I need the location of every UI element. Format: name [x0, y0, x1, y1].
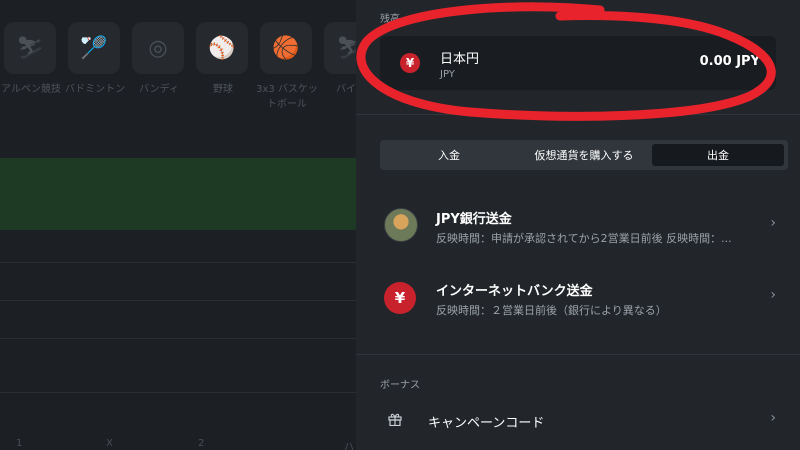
- sport-label: バドミントン: [64, 84, 126, 95]
- odds-marker: X: [106, 438, 113, 449]
- sport-label: 3x3 バスケットボール: [256, 84, 318, 110]
- bank-avatar-icon: [384, 208, 418, 242]
- divider: [0, 300, 356, 301]
- baseball-icon: ⚾: [196, 22, 248, 74]
- sport-biathlon[interactable]: ⛷ バイア: [320, 22, 356, 97]
- background-app: ⛷ アルペン競技 🏸 バドミントン ◎ バンディ ⚾ 野球 🏀 3x3 バスケッ…: [0, 0, 356, 450]
- divider: [0, 262, 356, 263]
- method-jpy-bank-transfer[interactable]: JPY銀行送金 反映時間：申請が承認されてから2営業日前後 反映時間：... ›: [356, 208, 800, 264]
- currency-code: JPY: [440, 69, 455, 80]
- gift-icon: [388, 413, 402, 426]
- chevron-right-icon: ›: [770, 215, 776, 231]
- basketball-icon: 🏀: [260, 22, 312, 74]
- chevron-right-icon[interactable]: ›: [770, 410, 776, 426]
- divider: [0, 392, 356, 393]
- currency-name: 日本円: [440, 52, 480, 67]
- skier-icon: ⛷: [4, 22, 56, 74]
- method-title: JPY銀行送金: [436, 212, 512, 227]
- method-internet-bank-transfer[interactable]: ¥ インターネットバンク送金 反映時間：２営業日前後（銀行により異なる） ›: [356, 280, 800, 336]
- method-desc: 反映時間：２営業日前後（銀行により異なる）: [436, 304, 667, 317]
- odds-marker: 2: [198, 438, 205, 449]
- odds-marker: ハ: [344, 442, 354, 450]
- sport-alpine[interactable]: ⛷ アルペン競技: [0, 22, 62, 97]
- sport-basketball[interactable]: 🏀 3x3 バスケットボール: [256, 22, 318, 112]
- bandy-icon: ◎: [132, 22, 184, 74]
- method-title: インターネットバンク送金: [436, 284, 593, 299]
- balance-amount: 0.00 JPY: [699, 54, 760, 69]
- highlight-band: [0, 158, 356, 230]
- campaign-code-item[interactable]: キャンペーンコード: [428, 412, 544, 431]
- method-desc: 反映時間：申請が承認されてから2営業日前後 反映時間：...: [436, 232, 732, 245]
- yen-icon: ¥: [400, 53, 420, 73]
- sports-carousel: ⛷ アルペン競技 🏸 バドミントン ◎ バンディ ⚾ 野球 🏀 3x3 バスケッ…: [0, 22, 356, 122]
- sport-label: バイア: [336, 84, 356, 95]
- divider: [356, 114, 800, 115]
- biathlon-icon: ⛷: [324, 22, 356, 74]
- balance-card[interactable]: ¥ 日本円 JPY 0.00 JPY: [380, 36, 776, 90]
- tab-buy-crypto[interactable]: 仮想通貨を購入する: [518, 144, 650, 166]
- divider: [0, 338, 356, 339]
- divider: [356, 354, 800, 355]
- badminton-icon: 🏸: [68, 22, 120, 74]
- tab-deposit[interactable]: 入金: [384, 144, 514, 166]
- wallet-panel: 残高 ¥ 日本円 JPY 0.00 JPY 入金 仮想通貨を購入する 出金 JP…: [356, 0, 800, 450]
- bonus-label: ボーナス: [380, 380, 420, 391]
- sport-bandy[interactable]: ◎ バンディ: [128, 22, 190, 97]
- odds-marker: 1: [16, 438, 23, 449]
- sport-badminton[interactable]: 🏸 バドミントン: [64, 22, 126, 97]
- sport-label: アルペン競技: [1, 84, 61, 95]
- chevron-right-icon: ›: [770, 287, 776, 303]
- yen-icon: ¥: [384, 282, 416, 314]
- wallet-tabs: 入金 仮想通貨を購入する 出金: [380, 140, 788, 170]
- sport-baseball[interactable]: ⚾ 野球: [192, 22, 254, 97]
- sport-label: バンディ: [139, 84, 179, 95]
- balance-label: 残高: [380, 14, 400, 25]
- tab-withdraw[interactable]: 出金: [652, 144, 784, 166]
- sport-label: 野球: [213, 84, 233, 95]
